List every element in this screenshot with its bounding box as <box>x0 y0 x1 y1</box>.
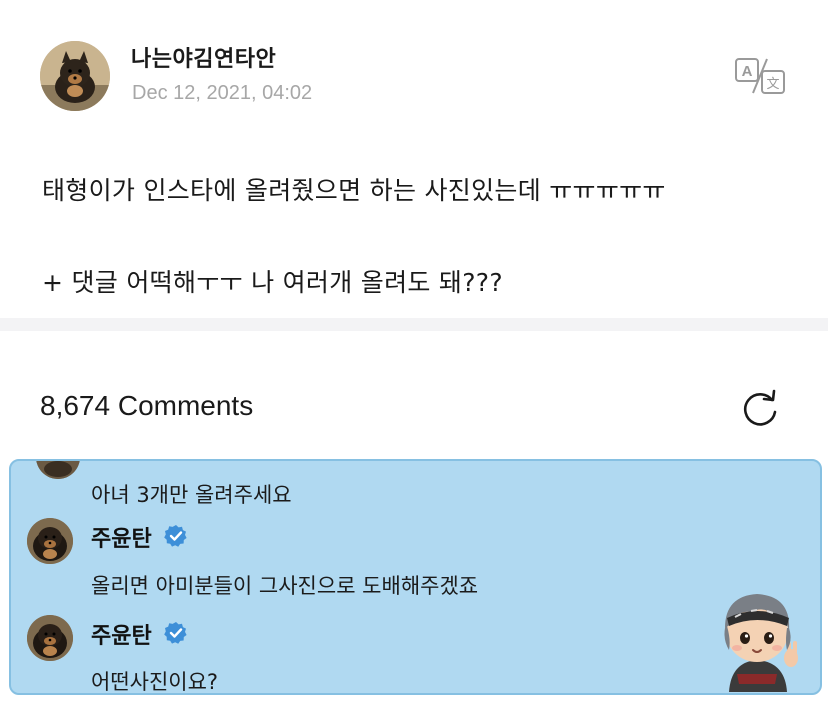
verified-badge-icon <box>164 524 188 548</box>
svg-text:文: 文 <box>766 77 779 92</box>
commenter-avatar[interactable] <box>27 615 73 661</box>
section-divider <box>0 318 828 331</box>
post-timestamp: Dec 12, 2021, 04:02 <box>132 82 313 104</box>
highlighted-comment-thread: 아녀 3개만 올려주세요 주윤탄 올리면 아미분들이 그사진으로 도배해주겠죠 <box>9 459 822 695</box>
commenter-avatar[interactable] <box>27 518 73 564</box>
author-name[interactable]: 나는야김연타안 <box>131 41 276 73</box>
comment-text: 올리면 아미분들이 그사진으로 도배해주겠죠 <box>91 574 479 598</box>
commenter-name[interactable]: 주윤탄 <box>91 521 152 553</box>
translate-icon[interactable]: A 文 <box>733 56 787 96</box>
refresh-icon[interactable] <box>738 388 782 432</box>
post-body-line-1: 태형이가 인스타에 올려줬으면 하는 사진있는데 ㅠㅠㅠㅠㅠ <box>42 176 666 205</box>
author-avatar[interactable] <box>40 41 110 111</box>
verified-badge-icon <box>164 621 188 645</box>
comment-text: 어떤사진이요? <box>91 670 219 694</box>
commenter-avatar[interactable] <box>36 461 80 479</box>
post-body-line-2: + 댓글 어떡해ㅜㅜ 나 여러개 올려도 돼??? <box>42 268 503 297</box>
comment-text: 아녀 3개만 올려주세요 <box>91 483 292 507</box>
character-sticker-icon <box>707 584 807 693</box>
commenter-name[interactable]: 주윤탄 <box>91 618 152 650</box>
comments-count: 8,674 Comments <box>40 390 254 421</box>
svg-text:A: A <box>742 63 753 80</box>
